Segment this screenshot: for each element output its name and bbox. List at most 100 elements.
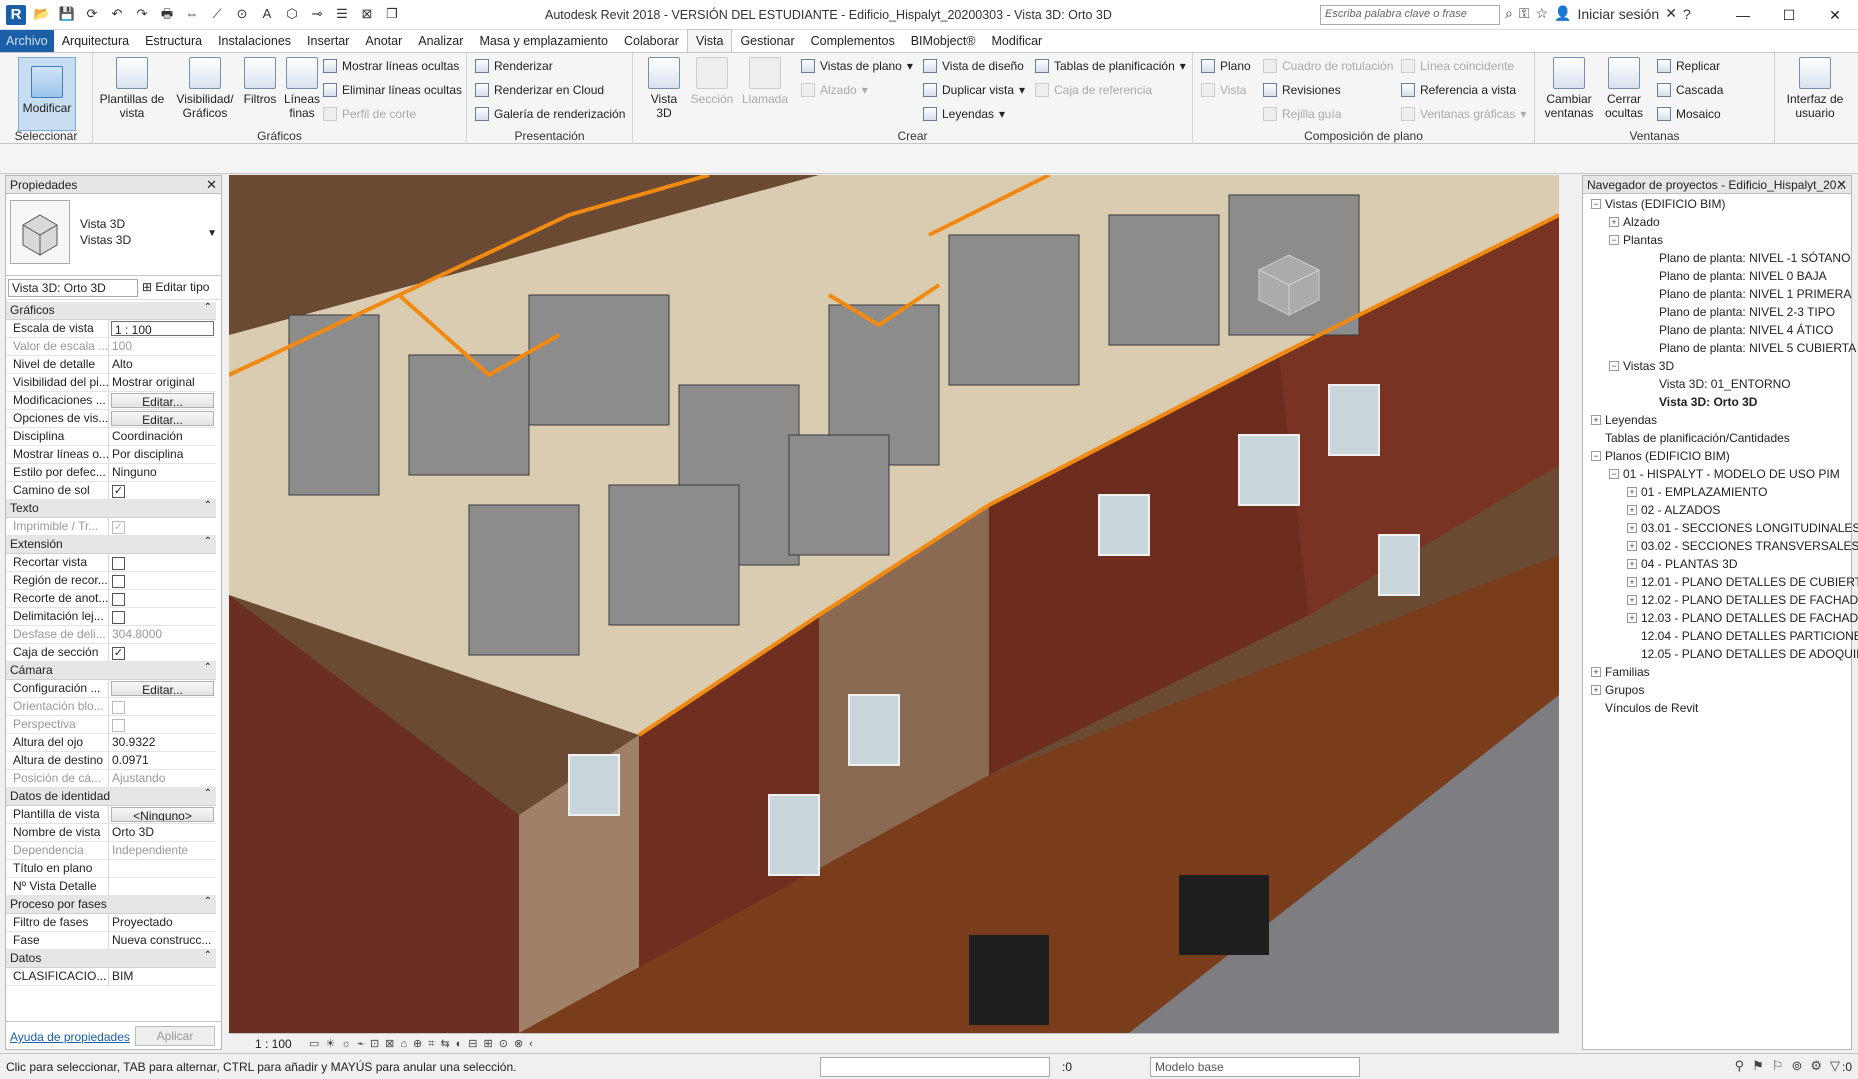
browser-node[interactable]: 12.05 - PLANO DETALLES DE ADOQUINES (1583, 646, 1858, 664)
alzado-button[interactable]: Alzado ▾ (801, 83, 868, 97)
expand-icon[interactable]: + (1627, 559, 1637, 569)
browser-node[interactable]: Plano de planta: NIVEL 2-3 TIPO (1583, 304, 1851, 322)
replicar-button[interactable]: Replicar (1657, 59, 1720, 73)
minimize-icon[interactable]: — (1720, 0, 1766, 30)
user-icon[interactable]: 👤 (1554, 5, 1571, 22)
revisiones-button[interactable]: Revisiones (1263, 83, 1341, 97)
type-selector[interactable]: Vista 3D Vistas 3D ▼ (6, 194, 221, 276)
category-extension[interactable]: Extensión ⌃ (6, 536, 216, 554)
login-link[interactable]: Iniciar sesión (1578, 6, 1660, 22)
close-icon[interactable]: ✕ (1812, 0, 1858, 30)
crop-view-checkbox[interactable] (112, 557, 125, 570)
tab-colaborar[interactable]: Colaborar (616, 30, 687, 52)
modificar-button[interactable]: Modificar (18, 57, 76, 131)
redo-icon[interactable]: ↷ (132, 4, 152, 24)
sun-path-checkbox[interactable]: ✓ (112, 485, 125, 498)
dimension-icon[interactable]: ⟋ (207, 4, 227, 24)
tab-complementos[interactable]: Complementos (803, 30, 903, 52)
duplicar-vista-button[interactable]: Duplicar vista ▾ (923, 83, 1025, 97)
design-option-dropdown[interactable]: Modelo base (1150, 1057, 1360, 1077)
tab-estructura[interactable]: Estructura (137, 30, 210, 52)
view-control-icons[interactable]: ▭☀☼⌁⊡⊠⌂⊕⌗⇆◐⊟⊞⊙⊗‹ (309, 1037, 539, 1051)
visibilidad-graficos-button[interactable]: Visibilidad/ Gráficos (173, 57, 237, 120)
close-icon[interactable]: ✕ (206, 177, 217, 193)
expand-icon[interactable]: + (1627, 577, 1637, 587)
collapse-icon[interactable]: − (1591, 199, 1601, 209)
collapse-icon[interactable]: − (1591, 451, 1601, 461)
help-icon[interactable]: ? (1683, 6, 1691, 22)
browser-node[interactable]: +02 - ALZADOS (1583, 502, 1851, 520)
perfil-corte-button[interactable]: Perfil de corte (323, 107, 416, 121)
annotation-crop-checkbox[interactable] (112, 593, 125, 606)
exchange-icon[interactable]: ✕ (1665, 5, 1677, 22)
leyendas-button[interactable]: Leyendas ▾ (923, 107, 1005, 121)
edit-button[interactable]: Editar... (111, 393, 214, 408)
expand-icon[interactable]: + (1609, 217, 1619, 227)
expand-icon[interactable]: + (1627, 523, 1637, 533)
plantillas-vista-button[interactable]: Plantillas de vista (99, 57, 165, 120)
tab-instalaciones[interactable]: Instalaciones (210, 30, 299, 52)
browser-node[interactable]: + Leyendas (1583, 412, 1851, 430)
seccion-button[interactable]: Sección (687, 57, 737, 106)
caja-referencia-button[interactable]: Caja de referencia (1035, 83, 1152, 97)
plano-button[interactable]: Plano (1201, 59, 1251, 73)
expand-icon[interactable]: + (1627, 487, 1637, 497)
sync-icon[interactable]: ⟳ (82, 4, 102, 24)
browser-node[interactable]: Plano de planta: NIVEL 1 PRIMERA (1583, 286, 1851, 304)
category-camara[interactable]: Cámara ⌃ (6, 662, 216, 680)
expand-icon[interactable]: + (1627, 505, 1637, 515)
close-icon[interactable]: ✕ (1836, 177, 1847, 193)
maximize-icon[interactable]: ☐ (1766, 0, 1812, 30)
undo-icon[interactable]: ↶ (107, 4, 127, 24)
tab-arquitectura[interactable]: Arquitectura (54, 30, 137, 52)
browser-node[interactable]: +12.02 - PLANO DETALLES DE FACHADA (1583, 592, 1858, 610)
text-icon[interactable]: A (257, 4, 277, 24)
open-icon[interactable]: 📂 (32, 4, 52, 24)
tab-bimobject-[interactable]: BIMobject® (903, 30, 984, 52)
3d-view-icon[interactable]: ⬡ (282, 4, 302, 24)
edit-type-button[interactable]: ⊞ Editar tipo (142, 280, 209, 294)
renderizar-cloud-button[interactable]: Renderizar en Cloud (475, 83, 604, 97)
cascada-button[interactable]: Cascada (1657, 83, 1723, 97)
browser-node[interactable]: − Planos (EDIFICIO BIM) (1583, 448, 1851, 466)
tab-analizar[interactable]: Analizar (410, 30, 471, 52)
browser-node[interactable]: Vista 3D: 01_ENTORNO (1583, 376, 1851, 394)
linea-coincidente-button[interactable]: Línea coincidente (1401, 59, 1514, 73)
edit-button[interactable]: Editar... (111, 681, 214, 696)
view-scale[interactable]: 1 : 100 (255, 1037, 292, 1051)
browser-node[interactable]: +01 - EMPLAZAMIENTO (1583, 484, 1851, 502)
properties-help-link[interactable]: Ayuda de propiedades (10, 1030, 130, 1044)
save-icon[interactable]: 💾 (57, 4, 77, 24)
browser-node[interactable]: Plano de planta: NIVEL 5 CUBIERTA (1583, 340, 1856, 358)
browser-node[interactable]: + Grupos (1583, 682, 1851, 700)
rejilla-guia-button[interactable]: Rejilla guía (1263, 107, 1341, 121)
tab-gestionar[interactable]: Gestionar (732, 30, 802, 52)
subscription-icon[interactable]: ⚿ (1519, 5, 1530, 22)
browser-node[interactable]: −01 - HISPALYT - MODELO DE USO PIM (1583, 466, 1851, 484)
browser-node[interactable]: Vista 3D: Orto 3D (1583, 394, 1851, 412)
vista-button[interactable]: Vista (1201, 83, 1246, 97)
tab-anotar[interactable]: Anotar (357, 30, 410, 52)
browser-node[interactable]: Plano de planta: NIVEL -1 SÓTANO (1583, 250, 1851, 268)
eliminar-lineas-ocultas-button[interactable]: Eliminar líneas ocultas (323, 83, 462, 97)
apply-button[interactable]: Aplicar (135, 1026, 215, 1046)
interfaz-usuario-button[interactable]: Interfaz de usuario (1779, 57, 1851, 120)
search-input[interactable]: Escriba palabra clave o frase (1320, 5, 1500, 25)
tab-insertar[interactable]: Insertar (299, 30, 357, 52)
category-datos[interactable]: Datos ⌃ (6, 950, 216, 968)
3d-viewport[interactable] (229, 175, 1559, 1033)
expand-icon[interactable]: + (1591, 415, 1601, 425)
category-texto[interactable]: Texto ⌃ (6, 500, 216, 518)
browser-node[interactable]: +04 - PLANTAS 3D (1583, 556, 1851, 574)
category-graficos[interactable]: Gráficos ⌃ (6, 302, 216, 320)
section-box-checkbox[interactable]: ✓ (112, 647, 125, 660)
browser-node[interactable]: +12.03 - PLANO DETALLES DE FACHADA (1583, 610, 1858, 628)
browser-node[interactable]: + Familias (1583, 664, 1851, 682)
browser-node[interactable]: Vínculos de Revit (1583, 700, 1851, 718)
collapse-icon[interactable]: − (1609, 361, 1619, 371)
workset-dropdown[interactable] (820, 1057, 1050, 1077)
browser-node[interactable]: Plano de planta: NIVEL 0 BAJA (1583, 268, 1851, 286)
renderizar-button[interactable]: Renderizar (475, 59, 553, 73)
far-clip-checkbox[interactable] (112, 611, 125, 624)
expand-icon[interactable]: + (1591, 685, 1601, 695)
